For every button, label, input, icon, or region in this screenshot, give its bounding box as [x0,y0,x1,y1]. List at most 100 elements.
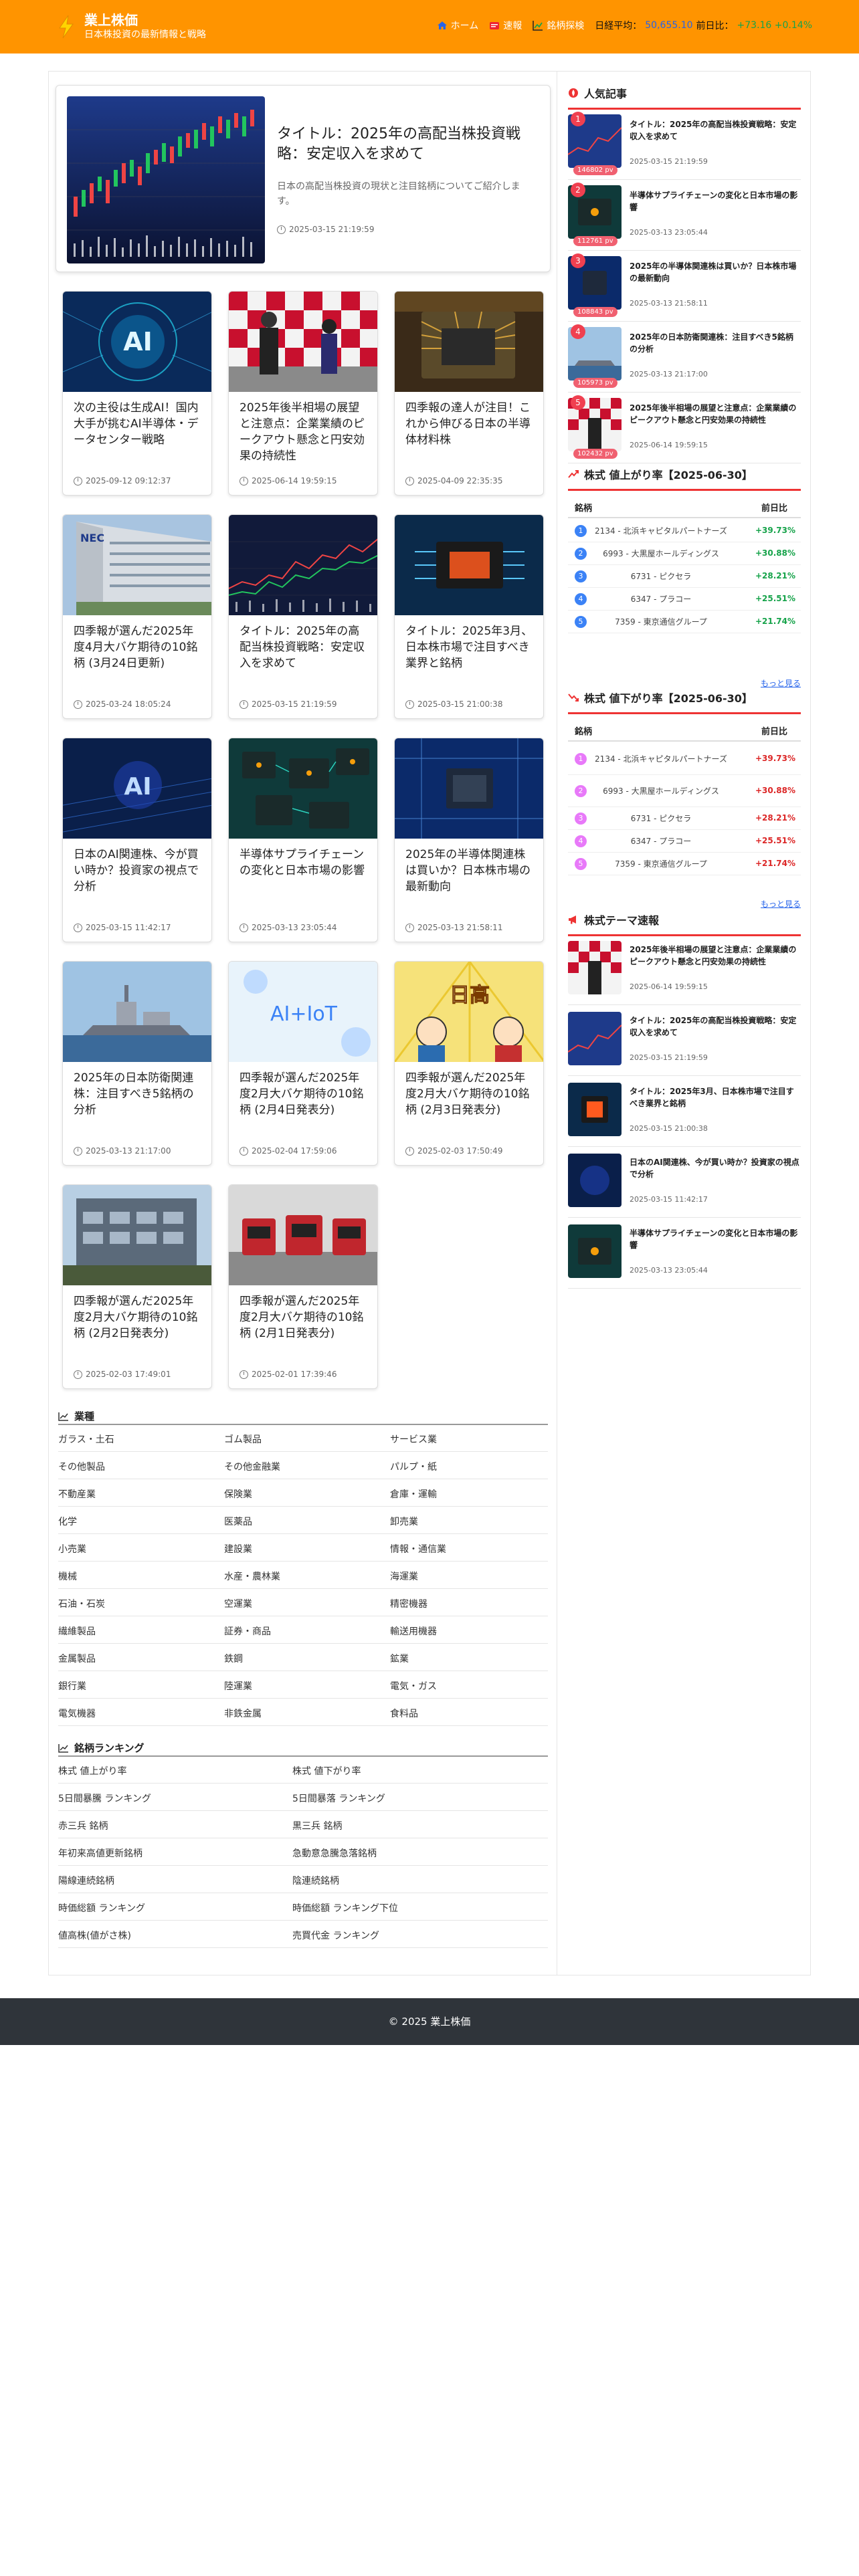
industry-link[interactable]: 鉄鋼 [224,1652,243,1665]
article-card[interactable]: NEC 四季報が選んだ2025年度4月大バケ期待の10銘柄 (3月24日更新) … [62,514,212,719]
industry-link[interactable]: 不動産業 [58,1487,96,1501]
logo[interactable]: 業上株価 日本株投資の最新情報と戦略 [56,12,206,41]
article-card[interactable]: 四季報の達人が注目！これから伸びる日本の半導体材料株 2025-04-09 22… [394,291,544,496]
industry-link[interactable]: 鉱業 [390,1652,409,1665]
industry-link[interactable]: ガラス・土石 [58,1432,114,1446]
theme-item[interactable]: 日本のAI関連株、今が買い時か？投資家の視点で分析 2025-03-15 11:… [568,1147,801,1218]
main-nav: ホーム 速報 銘柄探検 日経平均： 50,655.10 前日比： +73.16 +0.… [437,19,812,32]
popular-item[interactable]: 3 108843 pv 2025年の半導体関連株は買いか？日本株市場の最新動向 … [568,251,801,322]
industry-link[interactable]: 銀行業 [58,1679,86,1693]
industry-link[interactable]: 化学 [58,1515,77,1528]
article-card[interactable]: 2025年の半導体関連株は買いか？日本株市場の最新動向 2025-03-13 2… [394,738,544,942]
industry-link[interactable]: 機械 [58,1570,77,1583]
ranking-link[interactable]: 株式 値上がり率 [58,1764,126,1778]
table-row[interactable]: 5 7359 - 東京通信グループ +21.74% [568,853,801,875]
table-row[interactable]: 2 6993 - 大黒屋ホールディングス +30.88% [568,542,801,565]
industry-link[interactable]: 卸売業 [390,1515,418,1528]
industry-link[interactable]: 医薬品 [224,1515,252,1528]
ranking-link[interactable]: 陰連続銘柄 [292,1874,339,1887]
industry-link[interactable]: 繊維製品 [58,1624,96,1638]
industry-link[interactable]: 精密機器 [390,1597,427,1610]
ranking-link[interactable]: 黒三兵 銘柄 [292,1819,342,1832]
industry-link[interactable]: 陸運業 [224,1679,252,1693]
industry-link[interactable]: 海運業 [390,1570,418,1583]
article-card[interactable]: 半導体サプライチェーンの変化と日本市場の影響 2025-03-13 23:05:… [228,738,378,942]
industry-link[interactable]: 保険業 [224,1487,252,1501]
industry-link[interactable]: 小売業 [58,1542,86,1555]
industry-link[interactable]: パルプ・紙 [390,1460,437,1473]
ranking-link[interactable]: 株式 値下がり率 [292,1764,361,1778]
table-row[interactable]: 3 6731 - ピクセラ +28.21% [568,807,801,830]
card-title: 四季報が選んだ2025年度2月大バケ期待の10銘柄 (2月2日発表分) [74,1295,198,1340]
industry-link[interactable]: 建設業 [224,1542,252,1555]
popular-item[interactable]: 4 105973 pv 2025年の日本防衛関連株：注目すべき5銘柄の分析 20… [568,322,801,393]
clock-icon [74,700,82,709]
article-card[interactable]: 2025年の日本防衛関連株：注目すべき5銘柄の分析 2025-03-13 21:… [62,961,212,1166]
ranking-link[interactable]: 急動意急騰急落銘柄 [292,1846,377,1860]
industry-link[interactable]: 石油・石炭 [58,1597,105,1610]
ranking-link[interactable]: 赤三兵 銘柄 [58,1819,108,1832]
theme-item[interactable]: 2025年後半相場の展望と注意点：企業業績のピークアウト懸念と円安効果の持続性 … [568,934,801,1005]
price-down-heading: 株式 値下がり率【2025-06-30】 [568,689,801,714]
article-card[interactable]: 2025年後半相場の展望と注意点：企業業績のピークアウト懸念と円安効果の持続性 … [228,291,378,496]
article-card[interactable]: タイトル：2025年3月、日本株市場で注目すべき業界と銘柄 2025-03-15… [394,514,544,719]
popular-item[interactable]: 5 102432 pv 2025年後半相場の展望と注意点：企業業績のピークアウト… [568,393,801,463]
industry-link[interactable]: 水産・農林業 [224,1570,280,1583]
industry-link[interactable]: 金属製品 [58,1652,96,1665]
more-link[interactable]: もっと見る [761,677,801,689]
nav-search[interactable]: 銘柄探検 [533,19,584,32]
ranking-link[interactable]: 売買代金 ランキング [292,1929,379,1942]
featured-title[interactable]: タイトル：2025年の高配当株投資戦略：安定収入を求めて [277,124,538,165]
popular-item[interactable]: 2 112761 pv 半導体サプライチェーンの変化と日本市場の影響 2025-… [568,180,801,251]
article-card[interactable]: AI+IoT 四季報が選んだ2025年度2月大バケ期待の10銘柄 (2月4日発表… [228,961,378,1166]
table-row[interactable]: 5 7359 - 東京通信グループ +21.74% [568,611,801,633]
ranking-link[interactable]: 値高株(値がさ株) [58,1929,131,1942]
card-date: 2025-03-13 21:17:00 [74,1146,171,1156]
change-value: +73.16 +0.14% [737,20,812,31]
industry-link[interactable]: 電気・ガス [390,1679,437,1693]
table-row[interactable]: 4 6347 - プラコー +25.51% [568,588,801,611]
theme-item[interactable]: 半導体サプライチェーンの変化と日本市場の影響 2025-03-13 23:05:… [568,1218,801,1289]
industry-link[interactable]: 倉庫・運輸 [390,1487,437,1501]
more-link[interactable]: もっと見る [761,898,801,909]
table-row[interactable]: 1 2134 - 北浜キャピタルパートナーズ +39.73% [568,520,801,542]
article-card[interactable]: 日高 四季報が選んだ2025年度2月大バケ期待の10銘柄 (2月3日発表分) 2… [394,961,544,1166]
article-card[interactable]: AI 次の主役は生成AI！国内大手が挑むAI半導体・データセンター戦略 2025… [62,291,212,496]
industries-heading-text: 業種 [74,1410,95,1422]
article-card[interactable]: 四季報が選んだ2025年度2月大バケ期待の10銘柄 (2月2日発表分) 2025… [62,1184,212,1389]
nav-home[interactable]: ホーム [437,19,478,32]
industry-link[interactable]: その他製品 [58,1460,105,1473]
industry-link[interactable]: サービス業 [390,1432,437,1446]
popular-title: 半導体サプライチェーンの変化と日本市場の影響 [630,191,798,212]
industry-link[interactable]: 輸送用機器 [390,1624,437,1638]
ranking-link[interactable]: 時価総額 ランキング [58,1901,145,1915]
industry-link[interactable]: 非鉄金属 [224,1707,262,1720]
industry-link[interactable]: 空運業 [224,1597,252,1610]
article-card[interactable]: 四季報が選んだ2025年度2月大バケ期待の10銘柄 (2月1日発表分) 2025… [228,1184,378,1389]
table-row[interactable]: 4 6347 - プラコー +25.51% [568,830,801,853]
table-row[interactable]: 3 6731 - ピクセラ +28.21% [568,565,801,588]
nav-news[interactable]: 速報 [489,19,522,32]
theme-item[interactable]: タイトル：2025年の高配当株投資戦略：安定収入を求めて 2025-03-15 … [568,1005,801,1076]
industry-link[interactable]: ゴム製品 [224,1432,262,1446]
table-row[interactable]: 2 6993 - 大黒屋ホールディングス +30.88% [568,775,801,807]
theme-item[interactable]: タイトル：2025年3月、日本株市場で注目すべき業界と銘柄 2025-03-15… [568,1076,801,1147]
main-column: タイトル：2025年の高配当株投資戦略：安定収入を求めて 日本の高配当株投資の現… [49,72,557,1975]
article-card[interactable]: タイトル：2025年の高配当株投資戦略：安定収入を求めて 2025-03-15 … [228,514,378,719]
ranking-link[interactable]: 陽線連続銘柄 [58,1874,114,1887]
industry-link[interactable]: 電気機器 [58,1707,96,1720]
popular-item[interactable]: 1 146802 pv タイトル：2025年の高配当株投資戦略：安定収入を求めて… [568,109,801,180]
featured-article[interactable]: タイトル：2025年の高配当株投資戦略：安定収入を求めて 日本の高配当株投資の現… [56,85,551,272]
ranking-link[interactable]: 時価総額 ランキング下位 [292,1901,398,1915]
industry-link[interactable]: 証券・商品 [224,1624,271,1638]
ranking-link[interactable]: 5日間暴落 ランキング [292,1792,385,1805]
industry-link[interactable]: その他金融業 [224,1460,280,1473]
industry-link[interactable]: 食料品 [390,1707,418,1720]
table-row[interactable]: 1 2134 - 北浜キャピタルパートナーズ +39.73% [568,743,801,775]
ranking-link[interactable]: 5日間暴騰 ランキング [58,1792,151,1805]
col-name: 銘柄 [575,504,593,514]
article-card[interactable]: AI 日本のAI関連株、今が買い時か？投資家の視点で分析 2025-03-15 … [62,738,212,942]
ranking-link[interactable]: 年初来高値更新銘柄 [58,1846,142,1860]
industry-link[interactable]: 情報・通信業 [390,1542,446,1555]
trend-down-icon [568,693,579,702]
